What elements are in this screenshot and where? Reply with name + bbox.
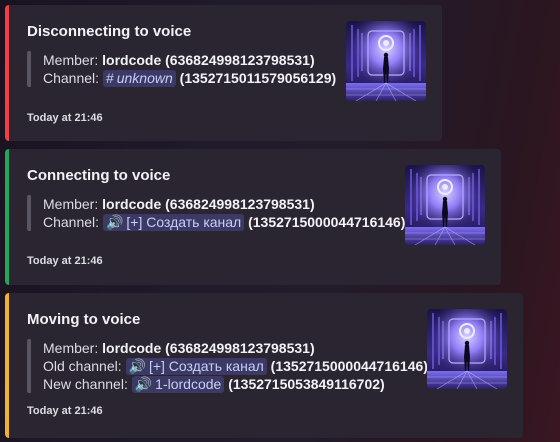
channel-row: Channel: 🔊 [+] Создать канал (13527150000… [43,213,405,231]
member-label: Member: [43,52,99,68]
channel-mention[interactable]: # unknown [102,70,176,87]
member-row: Member: lordcode (636824998123798531) [43,51,336,69]
member-id: (636824998123798531) [165,196,315,212]
accent-bar [5,5,9,141]
accent-bar [5,293,9,438]
embed-thumbnail[interactable] [405,165,485,245]
embed-thumbnail[interactable] [427,309,507,389]
channel-name: unknown [116,70,173,86]
member-name: lordcode [102,52,162,68]
new-channel-row: New channel: 🔊 1-lordcode (13527150538491… [43,375,428,393]
embed-fields: Member: lordcode (636824998123798531) Ch… [27,51,336,87]
embed-timestamp: Today at 21:46 [27,112,103,124]
member-row: Member: lordcode (636824998123798531) [43,339,428,357]
old-channel-label: Old channel: [43,358,122,374]
embed-fields: Member: lordcode (636824998123798531) Ch… [27,195,405,231]
new-channel-id: (1352715053849116702) [228,376,385,392]
hash-icon: # [105,70,114,86]
old-channel-row: Old channel: 🔊 [+] Создать канал (1352715… [43,357,428,375]
new-channel-mention[interactable]: 🔊 1-lordcode [131,376,225,393]
embed-timestamp: Today at 21:46 [27,255,103,267]
speaker-icon: 🔊 [105,214,124,230]
embed-disconnecting: Disconnecting to voice Member: lordcode … [5,5,442,141]
new-channel-name: 1-lordcode [155,376,222,392]
embed-thumbnail[interactable] [346,21,426,101]
member-id: (636824998123798531) [165,340,315,356]
member-name: lordcode [102,340,162,356]
old-channel-name: [+] Создать канал [148,358,264,374]
member-row: Member: lordcode (636824998123798531) [43,195,405,213]
embed-connecting: Connecting to voice Member: lordcode (63… [5,149,501,285]
embed-title: Connecting to voice [27,167,171,184]
channel-name: [+] Создать канал [126,214,242,230]
member-label: Member: [43,196,99,212]
embed-timestamp: Today at 21:46 [27,405,103,417]
channel-id: (1352715011579056129) [179,70,337,86]
new-channel-label: New channel: [43,376,128,392]
channel-id: (1352715000044716146) [248,214,406,230]
speaker-icon: 🔊 [128,358,146,374]
channel-label: Channel: [43,214,100,230]
embed-title: Disconnecting to voice [27,23,192,40]
channel-label: Channel: [43,70,100,86]
old-channel-id: (1352715000044716146) [270,358,428,374]
channel-row: Channel: # unknown (1352715011579056129) [43,69,336,87]
member-id: (636824998123798531) [165,52,315,68]
accent-bar [5,149,9,285]
old-channel-mention[interactable]: 🔊 [+] Создать канал [125,358,267,375]
speaker-icon: 🔊 [134,376,153,392]
member-label: Member: [43,340,99,356]
embed-title: Moving to voice [27,311,141,328]
embed-moving: Moving to voice Member: lordcode (636824… [5,293,523,438]
embed-fields: Member: lordcode (636824998123798531) Ol… [27,339,428,393]
channel-mention[interactable]: 🔊 [+] Создать канал [102,214,245,231]
member-name: lordcode [102,196,162,212]
